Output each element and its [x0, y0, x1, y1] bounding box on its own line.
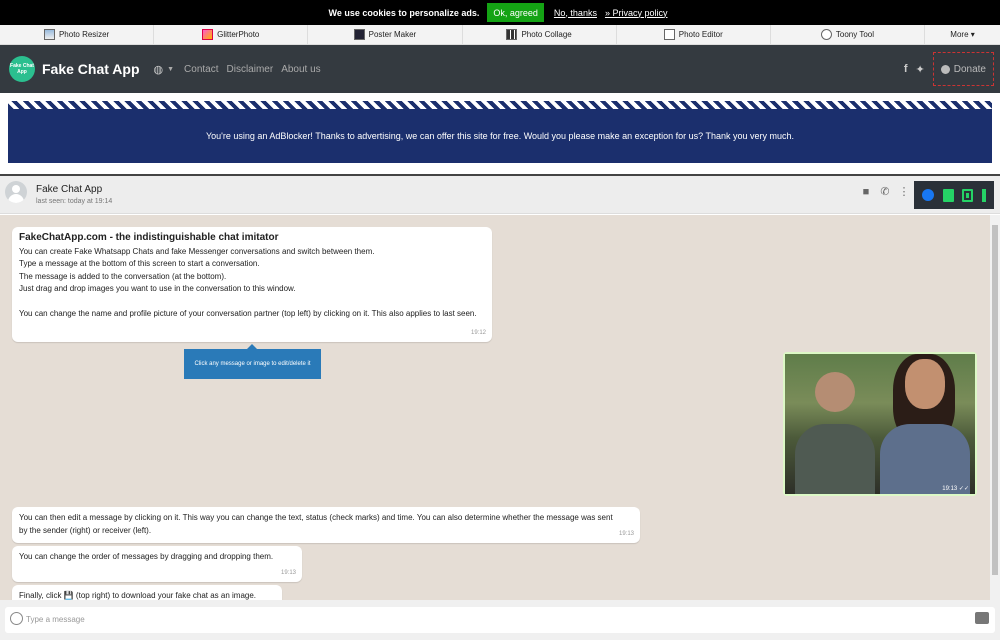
tooltip-text: Click any message or image to edit/delet… [194, 361, 311, 367]
adblock-text: You're using an AdBlocker! Thanks to adv… [205, 131, 795, 141]
navbar: Fake Chat App Fake Chat App ◍ ▼ Contact … [0, 45, 1000, 93]
donate-label: Donate [953, 63, 986, 75]
tool-toony-tool[interactable]: Toony Tool [771, 25, 926, 44]
message-time: 19:13 [618, 530, 634, 537]
message-text: You can then edit a message by clicking … [19, 513, 613, 535]
nav-link-about[interactable]: About us [281, 64, 320, 75]
message-time: 19:13 [280, 569, 296, 576]
emoji-icon[interactable] [10, 612, 23, 625]
cookie-message: We use cookies to personalize ads. [328, 7, 480, 18]
image-time: 19:13 ✓✓ [942, 486, 969, 492]
more-vertical-icon[interactable]: ⋮ [898, 186, 910, 198]
brand-name[interactable]: Fake Chat App [42, 61, 140, 77]
tool-more[interactable]: More ▾ [925, 25, 1000, 44]
collage-icon [506, 29, 518, 40]
message-text: Finally, click 💾 (top right) to download… [19, 591, 257, 600]
message-input[interactable] [26, 609, 926, 629]
editor-icon [663, 29, 675, 40]
tool-label: More ▾ [950, 30, 975, 39]
messenger-switch-icon[interactable] [922, 189, 935, 201]
header-icons: ■ ✆ ⋮ [860, 186, 917, 198]
privacy-policy-link[interactable]: » Privacy policy [605, 8, 668, 18]
tool-photo-editor[interactable]: Photo Editor [617, 25, 771, 44]
intro-line: The message is added to the conversation… [19, 271, 227, 281]
tools-strip: Photo Resizer GlitterPhoto Poster Maker … [0, 25, 1000, 45]
chat-toolbox [914, 181, 994, 209]
tool-glitterphoto[interactable]: GlitterPhoto [154, 25, 309, 44]
scroll-thumb[interactable] [992, 225, 998, 575]
intro-line: You can change the name and profile pict… [19, 308, 477, 318]
intro-message[interactable]: FakeChatApp.com - the indistinguishable … [12, 227, 492, 342]
tool-label: Photo Resizer [58, 30, 110, 39]
cookie-bar: We use cookies to personalize ads. Ok, a… [0, 0, 1000, 25]
chat-partner-name[interactable]: Fake Chat App [36, 184, 102, 195]
message-text: You can change the order of messages by … [19, 552, 274, 561]
intro-line: Type a message at the bottom of this scr… [19, 259, 260, 268]
tool-label: Toony Tool [835, 30, 874, 39]
message-time: 19:12 [470, 329, 486, 336]
photo-resizer-icon [43, 29, 55, 40]
intro-line: Just drag and drop images you want to us… [19, 284, 296, 293]
chat-photo [785, 354, 975, 494]
tool-label: Photo Collage [521, 30, 572, 39]
banner-stripe [8, 101, 992, 109]
save-icon[interactable] [962, 188, 974, 202]
trash-icon[interactable] [942, 188, 954, 202]
cookie-ok-button[interactable]: Ok, agreed [487, 3, 544, 22]
chat-scrollbar[interactable] [990, 215, 1000, 600]
phone-icon[interactable]: ✆ [879, 186, 891, 198]
message-edit-info[interactable]: You can then edit a message by clicking … [12, 507, 640, 543]
tool-label: Photo Editor [678, 30, 723, 39]
message-download-info[interactable]: Finally, click 💾 (top right) to download… [12, 585, 282, 600]
tool-photo-collage[interactable]: Photo Collage [463, 25, 617, 44]
intro-title: FakeChatApp.com - the indistinguishable … [19, 232, 279, 243]
intro-line [19, 296, 485, 308]
donate-button[interactable]: Donate [932, 52, 994, 86]
tool-photo-resizer[interactable]: Photo Resizer [0, 25, 155, 44]
poster-icon [353, 29, 365, 40]
glitter-icon [202, 29, 214, 40]
last-seen[interactable]: last seen: today at 19:14 [36, 198, 112, 205]
nav-right: f ✦ Donate [904, 45, 1000, 93]
tool-label: GlitterPhoto [217, 30, 260, 39]
cookie-no-button[interactable]: No, thanks [554, 8, 597, 18]
logo-text: Fake Chat App [10, 63, 34, 75]
chat-header: Fake Chat App last seen: today at 19:14 … [0, 176, 1000, 214]
pin-icon[interactable] [981, 188, 986, 202]
globe-icon[interactable]: ◍ [154, 63, 164, 76]
facebook-icon[interactable]: f [904, 63, 908, 75]
image-message[interactable]: 19:13 ✓✓ [783, 352, 977, 496]
chevron-down-icon[interactable]: ▼ [167, 66, 174, 73]
message-order-info[interactable]: You can change the order of messages by … [12, 546, 302, 582]
tool-label: Poster Maker [368, 30, 417, 39]
camera-icon[interactable] [975, 612, 989, 624]
nav-link-disclaimer[interactable]: Disclaimer [227, 64, 274, 75]
adblock-banner: You're using an AdBlocker! Thanks to adv… [8, 109, 992, 163]
edit-tooltip: Click any message or image to edit/delet… [184, 344, 321, 379]
app-logo[interactable]: Fake Chat App [9, 56, 35, 82]
toony-icon [820, 29, 832, 40]
video-call-icon[interactable]: ■ [860, 186, 872, 198]
donate-icon [940, 64, 950, 74]
tool-poster-maker[interactable]: Poster Maker [308, 25, 463, 44]
twitter-icon[interactable]: ✦ [916, 63, 925, 76]
avatar[interactable] [5, 181, 27, 203]
intro-line: You can create Fake Whatsapp Chats and f… [19, 246, 375, 256]
nav-link-contact[interactable]: Contact [184, 64, 218, 75]
